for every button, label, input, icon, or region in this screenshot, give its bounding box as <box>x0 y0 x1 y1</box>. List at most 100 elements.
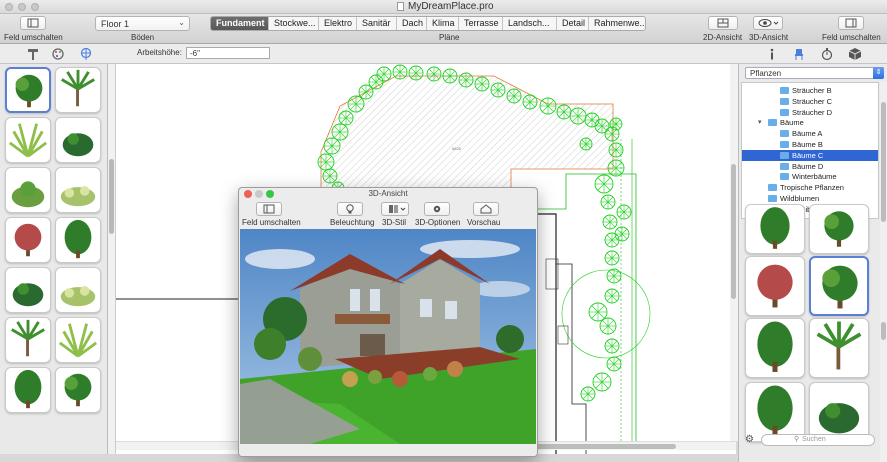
plant-tile[interactable] <box>5 317 51 363</box>
library-tree-item-label: Sträucher C <box>792 96 833 106</box>
secondary-toolbar: Arbeitshöhe: <box>0 44 887 64</box>
3d-options-button[interactable] <box>424 202 450 216</box>
toggle-right-panel-label: Feld umschalten <box>822 33 881 42</box>
plan-tab[interactable]: Rahmenwe... <box>589 17 645 30</box>
chair-icon[interactable] <box>792 47 806 61</box>
3d-toggle-panel-button[interactable] <box>256 202 282 216</box>
library-search-input[interactable]: ⚲ Suchen <box>761 434 875 446</box>
folder-icon <box>768 119 777 127</box>
plant-thumbnail-icon <box>64 373 92 407</box>
timer-icon[interactable] <box>820 47 834 61</box>
library-tree-item[interactable]: Sträucher C <box>742 96 878 107</box>
plant-tile[interactable] <box>55 217 101 263</box>
plan-vertical-scrollbar[interactable] <box>730 64 738 441</box>
library-plant-tile[interactable] <box>809 256 869 316</box>
view-2d-button[interactable] <box>708 16 738 30</box>
disclosure-open-icon[interactable]: ▾ <box>758 118 762 126</box>
plant-tile[interactable] <box>55 117 101 163</box>
working-height-input[interactable] <box>186 47 270 59</box>
library-plant-tile[interactable] <box>809 204 869 254</box>
floor-select[interactable]: Floor 1 ⌄ <box>95 16 190 31</box>
library-tree-item-label: Bäume B <box>792 140 823 149</box>
shrub-symbol <box>604 232 620 248</box>
library-plant-tile[interactable] <box>809 382 869 442</box>
library-tree-item[interactable]: Bäume C <box>742 149 878 161</box>
library-plant-tile[interactable] <box>745 382 805 442</box>
plan-tab[interactable]: Terrasse <box>459 17 503 30</box>
toggle-right-panel-button[interactable] <box>838 16 864 30</box>
plant-tile[interactable] <box>5 367 51 413</box>
shrub-symbol <box>602 214 618 230</box>
plant-tile[interactable] <box>55 317 101 363</box>
document-icon <box>397 2 404 11</box>
preview-button[interactable] <box>473 202 499 216</box>
toggle-left-panel-button[interactable] <box>20 16 46 30</box>
library-tree-item-label: Sträucher B <box>792 86 832 95</box>
close-window-button[interactable] <box>5 3 13 11</box>
minimize-window-button[interactable] <box>18 3 26 11</box>
toggle-left-panel-label: Feld umschalten <box>4 33 63 42</box>
library-plant-tile[interactable] <box>745 204 805 254</box>
library-scrollbar[interactable] <box>880 82 887 462</box>
plant-tile[interactable] <box>55 67 101 113</box>
library-category-dropdown[interactable]: Pflanzen ⇕ <box>745 67 884 79</box>
library-tree-item[interactable]: Winterbäume <box>742 171 878 182</box>
shrub-symbol <box>579 137 593 151</box>
shrub-symbol <box>569 107 587 125</box>
3d-style-button[interactable] <box>381 202 409 216</box>
lightbulb-icon <box>346 204 354 214</box>
library-tree-item[interactable]: Bäume D <box>742 161 878 172</box>
info-icon[interactable] <box>765 47 779 61</box>
floor-select-value: Floor 1 <box>101 19 130 29</box>
plan-tab[interactable]: Detail <box>557 17 589 30</box>
hammer-icon[interactable] <box>26 47 40 61</box>
plant-tile[interactable] <box>55 267 101 313</box>
gear-icon <box>433 205 441 213</box>
plant-thumbnail-icon <box>58 323 98 358</box>
plant-palette-left <box>0 64 108 454</box>
box-icon[interactable] <box>848 47 862 61</box>
chevron-updown-icon: ⇕ <box>873 67 884 79</box>
library-tree-item[interactable]: Sträucher D <box>742 107 878 118</box>
plant-tile[interactable] <box>5 67 51 113</box>
floorplan-icon <box>717 18 729 28</box>
view-3d-button[interactable] <box>753 16 783 30</box>
plant-thumbnail-icon <box>818 403 860 434</box>
plan-tab[interactable]: Dach <box>397 17 427 30</box>
library-tree-item[interactable]: Tropische Pflanzen <box>742 182 878 193</box>
library-tree-item[interactable]: ▾ Bäume <box>742 117 878 128</box>
3d-house-rendering[interactable] <box>240 229 536 444</box>
shrub-symbol <box>607 159 625 177</box>
library-tree-item[interactable]: Sträucher B <box>742 85 878 96</box>
plant-tile[interactable] <box>5 217 51 263</box>
palette-icon[interactable] <box>51 47 65 61</box>
zoom-window-button[interactable] <box>31 3 39 11</box>
library-tree-item[interactable]: Bäume A <box>742 128 878 139</box>
3d-toggle-panel-label: Feld umschalten <box>242 218 301 227</box>
plan-tab[interactable]: Landsch... <box>503 17 557 30</box>
gear-icon[interactable]: ⚙ <box>745 434 754 445</box>
plant-tile[interactable] <box>5 117 51 163</box>
plan-tab[interactable]: Klima <box>427 17 459 30</box>
plan-tab[interactable]: Fundament <box>211 17 269 30</box>
3d-view-window[interactable]: 3D-Ansicht Feld umschalten Beleuchtung 3… <box>238 187 538 457</box>
library-tree-item-label: Sträucher D <box>792 107 833 117</box>
plant-thumbnail-icon <box>14 369 42 409</box>
library-plant-tile[interactable] <box>809 318 869 378</box>
left-palette-scrollbar[interactable] <box>108 64 116 454</box>
library-plant-tile[interactable] <box>745 318 805 378</box>
plant-tile[interactable] <box>55 367 101 413</box>
plant-tile[interactable] <box>5 167 51 213</box>
large-tree-canopy <box>561 269 651 359</box>
plant-icon[interactable] <box>79 47 93 61</box>
library-tree-item[interactable]: Wildblumen <box>742 193 878 204</box>
plan-tab[interactable]: Stockwe... <box>269 17 319 30</box>
plan-tab[interactable]: Elektro <box>319 17 357 30</box>
plan-tab[interactable]: Sanitär <box>357 17 397 30</box>
shrub-symbol <box>606 268 622 284</box>
library-plant-tile[interactable] <box>745 256 805 316</box>
plant-tile[interactable] <box>55 167 101 213</box>
lighting-button[interactable] <box>337 202 363 216</box>
plant-tile[interactable] <box>5 267 51 313</box>
library-tree-item[interactable]: Bäume B <box>742 139 878 150</box>
